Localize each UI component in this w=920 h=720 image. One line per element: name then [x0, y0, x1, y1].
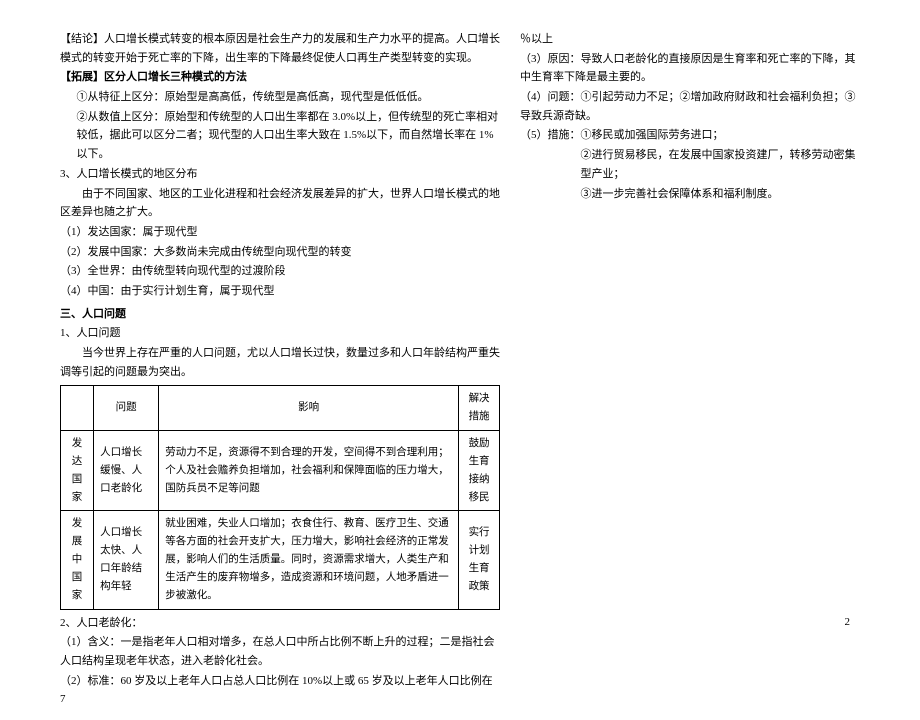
cell-problem: 人口增长太快、人口年龄结构年轻	[94, 511, 159, 609]
page-number: 2	[845, 613, 851, 632]
cell-impact: 就业困难，失业人口增加；衣食住行、教育、医疗卫生、交通等各方面的社会开支扩大，压…	[159, 511, 459, 609]
th-blank	[61, 386, 94, 431]
th-problem: 问题	[94, 386, 159, 431]
cell-solution: 鼓励生育 接纳移民	[459, 431, 500, 511]
population-table: 问题 影响 解决措施 发达国家 人口增长缓慢、人口老龄化 劳动力不足，资源得不到…	[60, 385, 500, 609]
cell-problem: 人口增长缓慢、人口老龄化	[94, 431, 159, 511]
expand-item-2: ②从数值上区分：原始型和传统型的人口出生率都在 3.0%以上，但传统型的死亡率相…	[60, 108, 500, 164]
cell-solution: 实行计划生育政策	[459, 511, 500, 609]
s3-4: （4）中国：由于实行计划生育，属于现代型	[60, 282, 500, 301]
th-impact: 影响	[159, 386, 459, 431]
p2-2: （2）标准：60 岁及以上老年人口占总人口比例在 10%以上或 65 岁及以上老…	[60, 672, 500, 709]
th-solution: 解决措施	[459, 386, 500, 431]
expand-title: 【拓展】区分人口增长三种模式的方法	[60, 68, 500, 87]
p4: （4）问题：①引起劳动力不足；②增加政府财政和社会福利负担；③导致兵源奇缺。	[520, 88, 860, 125]
cont-line: ％以上	[520, 30, 860, 49]
cell-region: 发展中国家	[61, 511, 94, 609]
s3-3: （3）全世界：由传统型转向现代型的过渡阶段	[60, 262, 500, 281]
s3-1: （1）发达国家：属于现代型	[60, 223, 500, 242]
s3-2: （2）发展中国家：大多数尚未完成由传统型向现代型的转变	[60, 243, 500, 262]
p1-title: 1、人口问题	[60, 324, 500, 343]
p2-1: （1）含义：一是指老年人口相对增多，在总人口中所占比例不断上升的过程；二是指社会…	[60, 633, 500, 670]
p2-title: 2、人口老龄化：	[60, 614, 500, 633]
table-row: 发展中国家 人口增长太快、人口年龄结构年轻 就业困难，失业人口增加；衣食住行、教…	[61, 511, 500, 609]
cell-region: 发达国家	[61, 431, 94, 511]
cell-impact: 劳动力不足，资源得不到合理的开发，空间得不到合理利用；个人及社会赡养负担增加，社…	[159, 431, 459, 511]
p5-2: ②进行贸易移民，在发展中国家投资建厂，转移劳动密集型产业；	[520, 146, 860, 183]
p5-3: ③进一步完善社会保障体系和福利制度。	[520, 185, 860, 204]
p5: （5）措施：①移民或加强国际劳务进口；	[520, 126, 860, 145]
p3: （3）原因：导致人口老龄化的直接原因是生育率和死亡率的下降，其中生育率下降是最主…	[520, 50, 860, 87]
s3-title: 3、人口增长模式的地区分布	[60, 165, 500, 184]
table-row: 发达国家 人口增长缓慢、人口老龄化 劳动力不足，资源得不到合理的开发，空间得不到…	[61, 431, 500, 511]
left-column: 【结论】人口增长模式转变的根本原因是社会生产力的发展和生产力水平的提高。人口增长…	[60, 30, 500, 710]
p1-body: 当今世界上存在严重的人口问题，尤以人口增长过快，数量过多和人口年龄结构严重失调等…	[60, 344, 500, 381]
conclusion-para: 【结论】人口增长模式转变的根本原因是社会生产力的发展和生产力水平的提高。人口增长…	[60, 30, 500, 67]
right-column: ％以上 （3）原因：导致人口老龄化的直接原因是生育率和死亡率的下降，其中生育率下…	[520, 30, 860, 710]
expand-item-1: ①从特征上区分：原始型是高高低，传统型是高低高，现代型是低低低。	[60, 88, 500, 107]
table-header-row: 问题 影响 解决措施	[61, 386, 500, 431]
s3-intro: 由于不同国家、地区的工业化进程和社会经济发展差异的扩大，世界人口增长模式的地区差…	[60, 185, 500, 222]
section-3-title: 三、人口问题	[60, 305, 500, 324]
